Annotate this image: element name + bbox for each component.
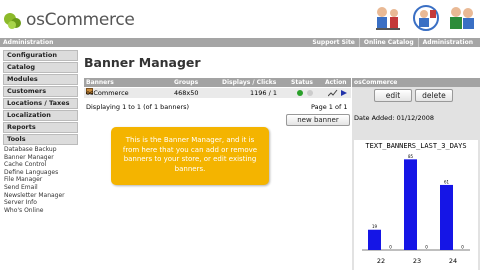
chart-bar [368, 229, 381, 250]
menu-locations-taxes[interactable]: Locations / Taxes [3, 98, 78, 109]
chart-tick-label: 24 [449, 257, 457, 265]
new-banner-button[interactable]: new banner [286, 114, 350, 126]
menu-customers[interactable]: Customers [3, 86, 78, 97]
statistics-icon[interactable] [328, 89, 338, 97]
menu-localization[interactable]: Localization [3, 110, 78, 121]
chart-data-label: 0 [461, 245, 464, 250]
tools-newsletter-manager[interactable]: Newsletter Manager [3, 192, 78, 200]
col-banners: Banners [86, 79, 114, 86]
chart-data-label: 85 [408, 154, 414, 159]
selected-arrow-icon[interactable] [341, 90, 347, 96]
oscommerce-logo[interactable]: osCommerce [2, 8, 152, 32]
delete-button[interactable]: delete [415, 89, 453, 102]
topbar-admin-label: Administration [3, 39, 54, 46]
chart-bar [404, 159, 417, 250]
menu-catalog[interactable]: Catalog [3, 62, 78, 73]
left-menu: Configuration Catalog Modules Customers … [3, 50, 78, 214]
banners-table-header: Banners Groups Displays / Clicks Status … [84, 78, 351, 87]
page-info: Page 1 of 1 [311, 103, 348, 111]
chart-data-label: 19 [372, 224, 378, 229]
tools-whos-online[interactable]: Who's Online [3, 207, 78, 215]
tutorial-callout: This is the Banner Manager, and it is fr… [111, 127, 269, 185]
top-nav-bar: Administration Support Site Online Catal… [0, 38, 480, 47]
menu-tools[interactable]: Tools [3, 134, 78, 145]
col-groups: Groups [174, 79, 199, 86]
chart-tick-label: 22 [377, 257, 385, 265]
menu-reports[interactable]: Reports [3, 122, 78, 133]
online-catalog-link[interactable]: Online Catalog [358, 38, 418, 47]
chart-bar [440, 184, 453, 250]
tools-send-email[interactable]: Send Email [3, 184, 78, 192]
chart-data-label: 0 [425, 245, 428, 250]
col-status: Status [291, 79, 313, 86]
administration-link[interactable]: Administration [417, 38, 477, 47]
customers-icon[interactable] [372, 4, 404, 34]
displaying-count: Displaying 1 to 1 (of 1 banners) [86, 103, 190, 111]
topbar-links: Support Site Online Catalog Administrati… [308, 38, 477, 47]
tools-database-backup[interactable]: Database Backup [3, 146, 78, 154]
menu-modules[interactable]: Modules [3, 74, 78, 85]
banner-stats-chart: 19 0 22 85 0 23 61 0 24 TEXT_BANNERS_LAST_3_DAYS [354, 140, 478, 270]
status-inactive-icon[interactable] [307, 90, 313, 96]
menu-configuration[interactable]: Configuration [3, 50, 78, 61]
tools-banner-manager[interactable]: Banner Manager [3, 154, 78, 162]
support-icon[interactable] [446, 4, 478, 34]
orders-icon[interactable] [410, 4, 442, 34]
status-active-icon[interactable] [297, 90, 303, 96]
tools-cache-control[interactable]: Cache Control [3, 161, 78, 169]
col-displays-clicks: Displays / Clicks [222, 79, 277, 86]
banner-info-panel: osCommerce edit delete Date Added: 01/12… [352, 78, 480, 270]
panel-heading: osCommerce [352, 78, 480, 87]
tools-server-info[interactable]: Server Info [3, 199, 78, 207]
support-site-link[interactable]: Support Site [308, 38, 359, 47]
edit-button[interactable]: edit [374, 89, 412, 102]
tools-define-languages[interactable]: Define Languages [3, 169, 78, 177]
table-row[interactable]: osCommerce 468x50 1196 / 1 [84, 88, 351, 98]
header: osCommerce [0, 0, 480, 37]
banner-name: osCommerce [86, 89, 129, 97]
chart-svg: 19 0 22 85 0 23 61 0 24 [362, 154, 470, 265]
group-cell: 468x50 [174, 89, 199, 97]
chart-data-label: 0 [389, 245, 392, 250]
tools-file-manager[interactable]: File Manager [3, 176, 78, 184]
chart-title: TEXT_BANNERS_LAST_3_DAYS [365, 142, 467, 150]
logo-leaf-icon [4, 13, 21, 29]
chart-tick-label: 23 [413, 257, 421, 265]
logo-text: osCommerce [26, 10, 135, 30]
chart-data-label: 61 [444, 179, 450, 184]
date-added: Date Added: 01/12/2008 [354, 114, 435, 122]
displays-clicks-cell: 1196 / 1 [250, 89, 277, 97]
page-title: Banner Manager [84, 55, 201, 70]
col-action: Action [325, 79, 347, 86]
